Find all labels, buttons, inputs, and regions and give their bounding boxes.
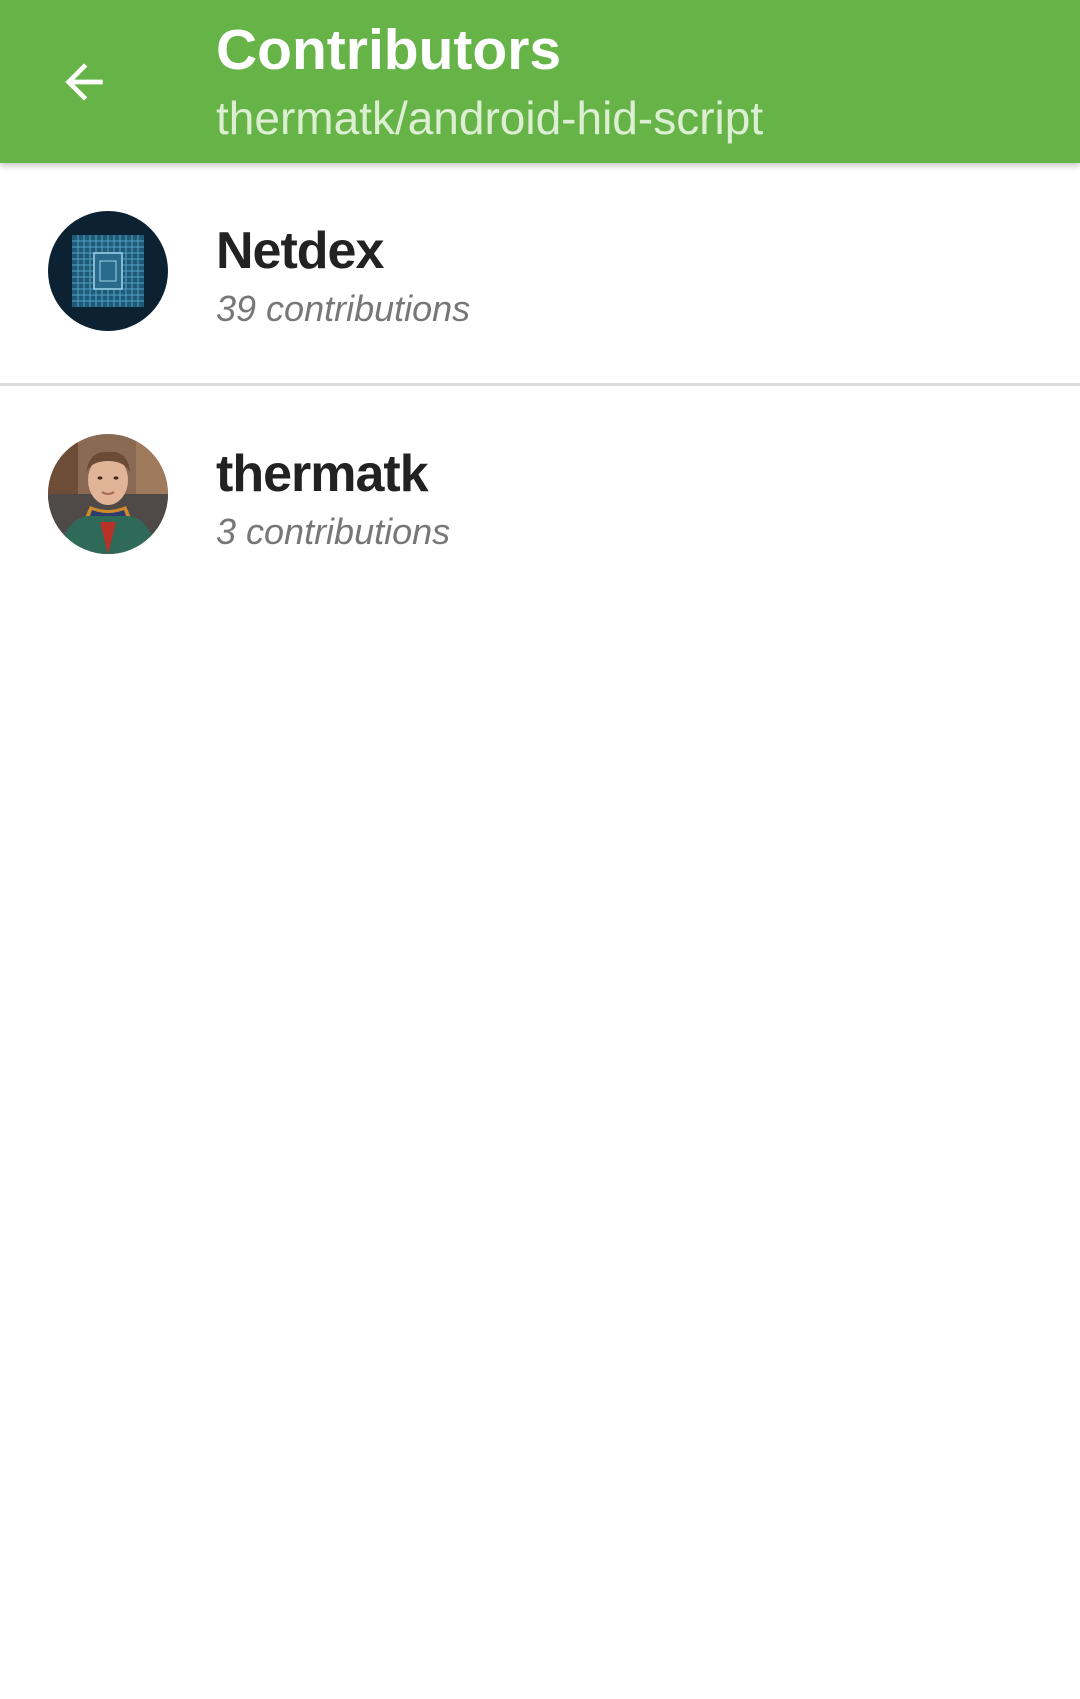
contributor-name: thermatk xyxy=(216,445,429,503)
contributor-name: Netdex xyxy=(216,222,384,280)
person-photo-avatar-icon xyxy=(48,434,168,554)
app-bar: Contributors thermatk/android-hid-script xyxy=(0,0,1080,163)
avatar-netdex xyxy=(48,211,168,331)
avatar-thermatk xyxy=(48,434,168,554)
contributor-contributions: 3 contributions xyxy=(216,511,451,552)
contributor-item-thermatk[interactable]: thermatk 3 contributions xyxy=(0,386,1080,606)
contributor-item-netdex[interactable]: Netdex 39 contributions xyxy=(0,163,1080,383)
cpu-chip-avatar-icon xyxy=(48,211,168,331)
back-button[interactable] xyxy=(36,34,132,130)
contributors-list: Netdex 39 contributions thermatk 3 contr… xyxy=(0,163,1080,606)
page-subtitle: thermatk/android-hid-script xyxy=(216,92,764,144)
page-title: Contributors xyxy=(216,18,562,82)
contributor-contributions: 39 contributions xyxy=(216,288,471,329)
arrow-back-icon xyxy=(65,63,103,101)
